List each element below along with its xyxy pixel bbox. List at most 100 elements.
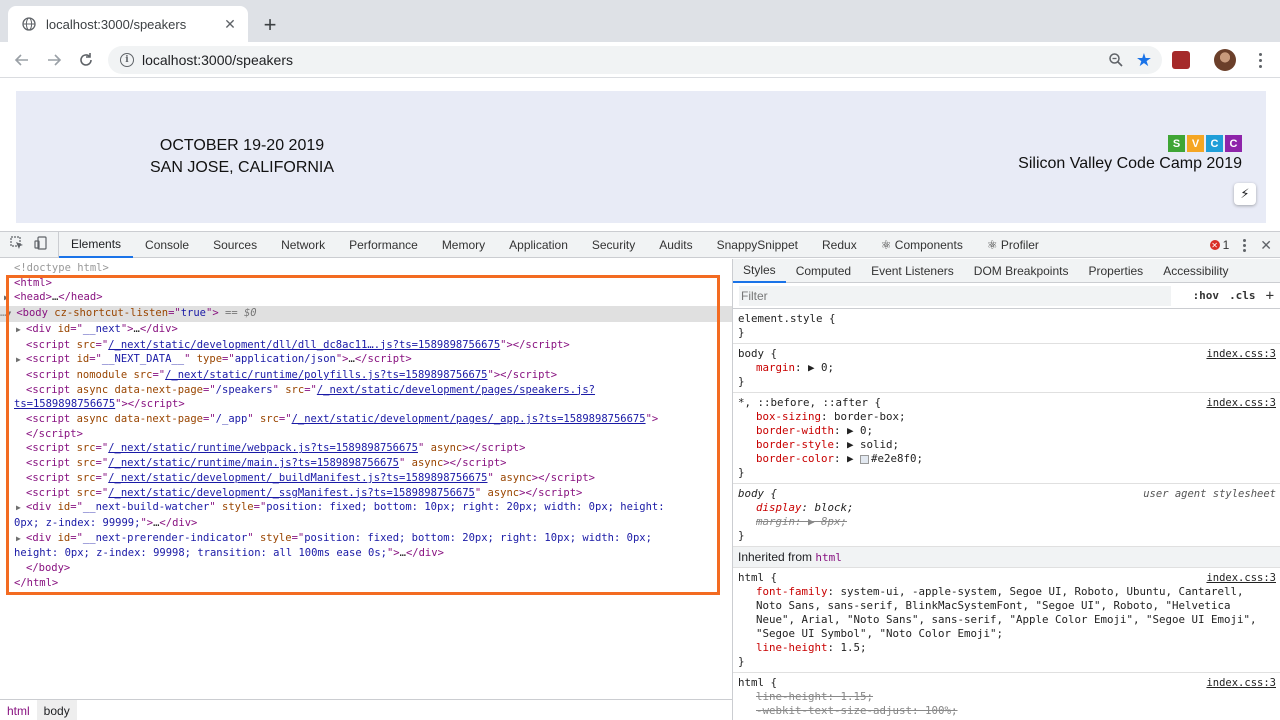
tab-console[interactable]: Console (133, 232, 201, 258)
style-rule[interactable]: index.css:3 *, ::before, ::after { box-s… (733, 393, 1280, 484)
tab-components[interactable]: ⚛ Components (869, 232, 975, 258)
rule-source-link[interactable]: index.css:3 (1206, 347, 1276, 361)
tab-dom-breakpoints[interactable]: DOM Breakpoints (964, 259, 1079, 283)
style-rule[interactable]: index.css:3 html { line-height: 1.15; -w… (733, 673, 1280, 720)
tab-security[interactable]: Security (580, 232, 647, 258)
dom-node[interactable]: ▶ <head>…</head> (4, 290, 732, 306)
rule-source-link[interactable]: index.css:3 (1206, 571, 1276, 585)
dom-node[interactable]: <script src="/_next/static/development/d… (26, 338, 732, 353)
tab-styles[interactable]: Styles (733, 259, 786, 283)
devtools-menu-icon[interactable] (1243, 238, 1247, 252)
inherited-label: Inherited from (738, 550, 813, 564)
logo-letter: S (1168, 135, 1185, 152)
tab-profiler[interactable]: ⚛ Profiler (975, 232, 1051, 258)
tab-sources[interactable]: Sources (201, 232, 269, 258)
dom-node[interactable]: <script src="/_next/static/development/_… (26, 486, 732, 501)
dom-node[interactable]: </html> (14, 576, 732, 591)
color-swatch[interactable] (860, 454, 870, 464)
tab-application[interactable]: Application (497, 232, 580, 258)
extension-icon[interactable] (1172, 51, 1190, 69)
dom-node[interactable]: <script src="/_next/static/runtime/webpa… (26, 441, 732, 456)
styles-filter-input[interactable]: Filter (739, 285, 1171, 306)
dom-node[interactable]: <!doctype html> (14, 261, 732, 276)
devtools-right-controls: ✕ 1 ✕ (1209, 232, 1272, 258)
dom-node[interactable]: <script async data-next-page="/_app" src… (26, 412, 732, 427)
tab-memory[interactable]: Memory (430, 232, 497, 258)
rule-source-label: user agent stylesheet (1143, 488, 1276, 500)
close-icon[interactable]: ✕ (222, 16, 238, 32)
breadcrumb: html body (0, 699, 732, 720)
hov-toggle[interactable]: :hov (1193, 289, 1220, 302)
zoom-icon[interactable] (1106, 50, 1126, 70)
url-text[interactable]: localhost:3000/speakers (142, 52, 1106, 68)
rule-source-link[interactable]: index.css:3 (1206, 676, 1276, 690)
back-arrow-icon[interactable] (10, 48, 34, 72)
dom-node-selected[interactable]: …▼ <body cz-shortcut-listen="true"> == $0 (0, 306, 732, 322)
star-icon[interactable]: ★ (1136, 50, 1152, 71)
dom-node[interactable]: ▶ <div id="__next-prerender-indicator" st… (16, 531, 732, 547)
event-dates-line: OCTOBER 19-20 2019 (159, 137, 325, 154)
tab-elements[interactable]: Elements (59, 232, 134, 258)
device-toolbar-icon[interactable] (34, 236, 48, 253)
error-count: 1 (1222, 238, 1230, 252)
page-viewport: OCTOBER 19-20 2019 SAN JOSE, CALIFORNIA … (0, 79, 1280, 231)
dom-node[interactable]: ▶ <div id="__next-build-watcher" style="p… (16, 500, 732, 516)
info-icon[interactable]: i (120, 53, 134, 67)
tab-event-listeners[interactable]: Event Listeners (861, 259, 964, 283)
dom-node-continuation: height: 0px; z-index: 99998; transition:… (14, 547, 444, 560)
dom-node[interactable]: ▶ <div id="__next">…</div> (16, 322, 732, 338)
styles-tabbar: Styles Computed Event Listeners DOM Brea… (733, 259, 1280, 283)
dom-node[interactable]: <script async data-next-page="/speakers"… (26, 383, 732, 398)
browser-tab[interactable]: localhost:3000/speakers ✕ (8, 6, 248, 42)
tab-performance[interactable]: Performance (337, 232, 430, 258)
globe-icon (22, 17, 36, 31)
reload-icon[interactable] (74, 48, 98, 72)
breadcrumb-html[interactable]: html (0, 700, 37, 720)
cls-toggle[interactable]: .cls (1229, 289, 1256, 302)
close-devtools-icon[interactable]: ✕ (1260, 237, 1272, 254)
devtools-tabbar: Elements Console Sources Network Perform… (0, 231, 1280, 258)
style-rule[interactable]: user agent stylesheet body { display: bl… (733, 484, 1280, 547)
breadcrumb-body[interactable]: body (36, 699, 77, 720)
tab-snappysnippet[interactable]: SnappySnippet (705, 232, 810, 258)
dom-node[interactable]: <script src="/_next/static/development/_… (26, 471, 732, 486)
error-badge[interactable]: ✕ 1 (1209, 238, 1230, 252)
tab-computed[interactable]: Computed (786, 259, 861, 283)
style-rule[interactable]: index.css:3 body { margin: ▶ 0; } (733, 344, 1280, 393)
more-menu-icon[interactable] (1250, 50, 1270, 70)
styles-pane: Styles Computed Event Listeners DOM Brea… (732, 259, 1280, 720)
add-rule-icon[interactable]: + (1266, 288, 1274, 304)
tab-network[interactable]: Network (269, 232, 337, 258)
rule-source-link[interactable]: index.css:3 (1206, 396, 1276, 410)
style-rule[interactable]: index.css:3 html { font-family: system-u… (733, 568, 1280, 673)
tab-accessibility[interactable]: Accessibility (1153, 259, 1238, 283)
style-rule[interactable]: element.style { } (733, 309, 1280, 344)
event-location-line: SAN JOSE, CALIFORNIA (150, 159, 335, 176)
inspect-element-icon[interactable] (10, 236, 24, 253)
lightning-icon[interactable]: ⚡ (1234, 183, 1256, 205)
dom-node[interactable]: <html> (14, 276, 732, 291)
inherited-from[interactable]: html (815, 551, 842, 564)
devtools-icon-group (0, 231, 59, 258)
profile-avatar[interactable] (1214, 49, 1236, 71)
forward-arrow-icon[interactable] (42, 48, 66, 72)
dom-node[interactable]: <script src="/_next/static/runtime/main.… (26, 456, 732, 471)
dom-node[interactable]: <script nomodule src="/_next/static/runt… (26, 368, 732, 383)
event-dates: OCTOBER 19-20 2019 SAN JOSE, CALIFORNIA (150, 135, 334, 179)
tab-properties[interactable]: Properties (1078, 259, 1153, 283)
logo-letter: C (1206, 135, 1223, 152)
dom-node[interactable]: ▶ <script id="__NEXT_DATA__" type="applic… (16, 352, 732, 368)
new-tab-button[interactable]: + (258, 13, 282, 37)
styles-filter-row: Filter :hov .cls + (733, 283, 1280, 309)
logo-letter: V (1187, 135, 1204, 152)
dom-node[interactable]: </body> (14, 561, 732, 576)
tab-audits[interactable]: Audits (647, 232, 704, 258)
devtools-panel: Elements Console Sources Network Perform… (0, 231, 1280, 720)
browser-toolbar: i localhost:3000/speakers ★ (0, 42, 1280, 78)
header-banner: OCTOBER 19-20 2019 SAN JOSE, CALIFORNIA … (16, 91, 1266, 223)
site-title: Silicon Valley Code Camp 2019 (1018, 155, 1242, 172)
tab-title: localhost:3000/speakers (46, 16, 187, 32)
dom-node-continuation: ts=1589898756675"></script> (14, 398, 185, 411)
tab-redux[interactable]: Redux (810, 232, 869, 258)
address-bar[interactable]: i localhost:3000/speakers ★ (108, 46, 1162, 74)
